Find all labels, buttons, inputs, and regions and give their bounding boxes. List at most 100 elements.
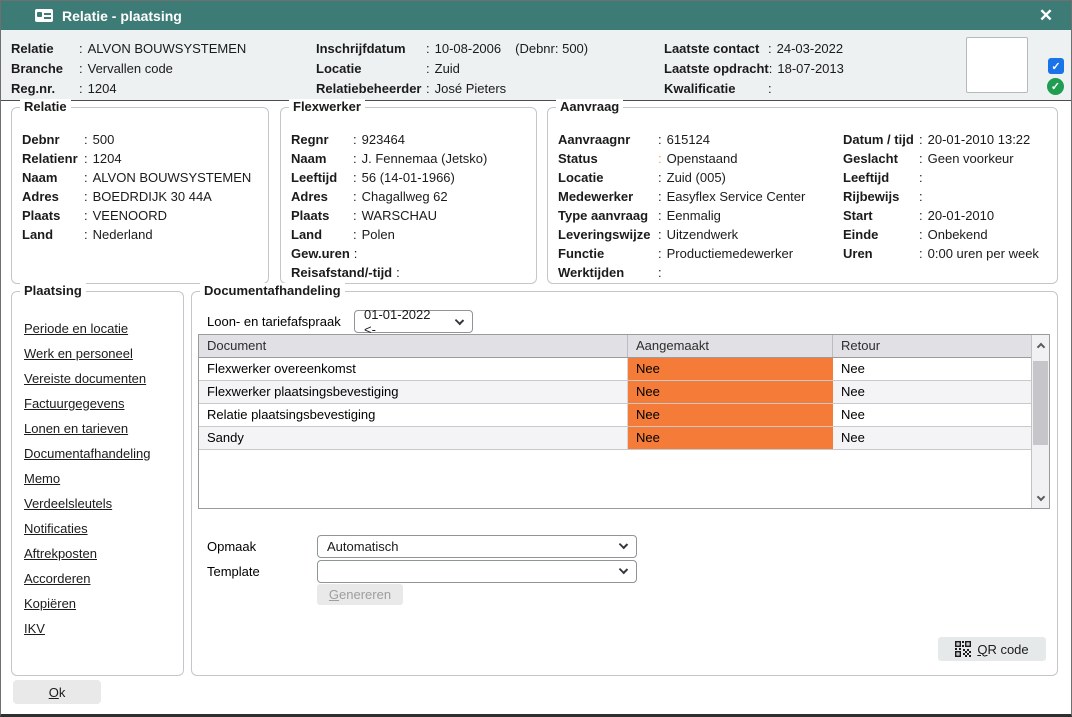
qr-code-button[interactable]: QR code (938, 637, 1046, 661)
loon-tariefafspraak-value: 01-01-2022 <- (364, 307, 446, 337)
opmaak-value: Automatisch (327, 539, 399, 554)
field-label: Locatie (558, 168, 658, 187)
sidebar-item-lonen-en-tarieven[interactable]: Lonen en tarieven (24, 416, 183, 441)
sidebar-item-verdeelsleutels[interactable]: Verdeelsleutels (24, 491, 183, 516)
checkbox-checked-icon[interactable] (1048, 58, 1064, 74)
field-value: WARSCHAU (362, 206, 437, 225)
cell-retour: Nee (833, 358, 1031, 380)
sidebar-item-factuurgegevens[interactable]: Factuurgegevens (24, 391, 183, 416)
field-value: Easyflex Service Center (667, 187, 806, 206)
groupbox-title: Relatie (20, 99, 71, 115)
sidebar-item-memo[interactable]: Memo (24, 466, 183, 491)
field-label: Plaats (22, 206, 84, 225)
field-value: 500 (93, 130, 115, 149)
field-label: Kwalificatie (664, 79, 768, 99)
field-label: Adres (291, 187, 353, 206)
cell-document: Flexwerker overeenkomst (199, 358, 628, 380)
field-value: 1204 (88, 79, 117, 99)
template-select[interactable] (317, 560, 637, 583)
qr-code-icon (955, 641, 971, 657)
scroll-up-icon[interactable] (1032, 335, 1049, 355)
field-label: Laatste contact (664, 39, 768, 59)
relatie-plaatsing-window: Relatie - plaatsing Relatie ALVON BOUWSYS… (0, 0, 1072, 717)
field-value: ALVON BOUWSYSTEMEN (93, 168, 252, 187)
field-label: Type aanvraag (558, 206, 658, 225)
field-value: Geen voorkeur (928, 149, 1014, 168)
field-value: 0:00 uren per week (928, 244, 1039, 263)
field-label: Inschrijfdatum (316, 39, 426, 59)
field-value: J. Fennemaa (Jetsko) (362, 149, 488, 168)
close-icon[interactable] (1033, 1, 1059, 30)
sidebar-item-documentafhandeling[interactable]: Documentafhandeling (24, 441, 183, 466)
sidebar-item-notificaties[interactable]: Notificaties (24, 516, 183, 541)
field-label: Datum / tijd (843, 130, 919, 149)
field-value: Polen (362, 225, 395, 244)
scroll-down-icon[interactable] (1032, 488, 1049, 508)
cell-document: Sandy (199, 427, 628, 449)
sidebar-item-werk-en-personeel[interactable]: Werk en personeel (24, 341, 183, 366)
title-bar[interactable]: Relatie - plaatsing (1, 1, 1071, 30)
sidebar-item-vereiste-documenten[interactable]: Vereiste documenten (24, 366, 183, 391)
field-label: Reg.nr. (11, 79, 79, 99)
field-label: Relatienr (22, 149, 84, 168)
groupbox-title: Documentafhandeling (200, 283, 345, 299)
ok-button[interactable]: Ok (13, 680, 101, 704)
field-label: Reisafstand/-tijd (291, 263, 396, 282)
cell-retour: Nee (833, 381, 1031, 403)
genereren-button[interactable]: Genereren (317, 584, 403, 605)
field-label: Debnr (22, 130, 84, 149)
cell-aangemaakt: Nee (628, 404, 833, 426)
field-label: Relatiebeheerder (316, 79, 426, 99)
cell-document: Relatie plaatsingsbevestiging (199, 404, 628, 426)
column-header-document: Document (199, 335, 628, 357)
field-label: Gew.uren (291, 244, 354, 263)
field-label: Leveringswijze (558, 225, 658, 244)
sidebar-item-ikv[interactable]: IKV (24, 616, 183, 641)
field-label: Aanvraagnr (558, 130, 658, 149)
loon-tariefafspraak-select[interactable]: 01-01-2022 <- (354, 310, 473, 333)
column-header-retour: Retour (833, 335, 1031, 357)
table-row[interactable]: Sandy Nee Nee (199, 427, 1031, 450)
cell-retour: Nee (833, 404, 1031, 426)
sidebar-item-accorderen[interactable]: Accorderen (24, 566, 183, 591)
status-ok-icon (1047, 78, 1064, 95)
table-row[interactable]: Flexwerker overeenkomst Nee Nee (199, 358, 1031, 381)
aanvraag-groupbox: Aanvraag Aanvraagnr615124 StatusOpenstaa… (547, 107, 1058, 284)
field-label: Uren (843, 244, 919, 263)
sidebar-item-aftrekposten[interactable]: Aftrekposten (24, 541, 183, 566)
field-value: Nederland (93, 225, 153, 244)
plaatsing-groupbox: Plaatsing Periode en locatie Werk en per… (11, 291, 184, 676)
aanvraag-left-column: Aanvraagnr615124 StatusOpenstaand Locati… (548, 108, 805, 282)
header-middle-column: Inschrijfdatum10-08-2006(Debnr: 500) Loc… (316, 39, 588, 99)
opmaak-label: Opmaak (207, 539, 317, 554)
table-row[interactable]: Flexwerker plaatsingsbevestiging Nee Nee (199, 381, 1031, 404)
field-value: VEENOORD (93, 206, 167, 225)
documentafhandeling-groupbox: Documentafhandeling Loon- en tariefafspr… (191, 291, 1058, 676)
field-label: Adres (22, 187, 84, 206)
sidebar-item-kopieren[interactable]: Kopiëren (24, 591, 183, 616)
table-row[interactable]: Relatie plaatsingsbevestiging Nee Nee (199, 404, 1031, 427)
field-value: 923464 (362, 130, 405, 149)
field-label: Status (558, 149, 658, 168)
opmaak-select[interactable]: Automatisch (317, 535, 637, 558)
field-value: BOEDRDIJK 30 44A (93, 187, 212, 206)
sidebar-item-periode-en-locatie[interactable]: Periode en locatie (24, 316, 183, 341)
chevron-down-icon (619, 565, 628, 574)
table-scrollbar[interactable] (1031, 335, 1049, 508)
field-value: 56 (14-01-1966) (362, 168, 455, 187)
cell-document: Flexwerker plaatsingsbevestiging (199, 381, 628, 403)
field-value: 20-01-2010 (928, 206, 995, 225)
column-header-aangemaakt: Aangemaakt (628, 335, 833, 357)
field-label: Functie (558, 244, 658, 263)
field-label: Relatie (11, 39, 79, 59)
documents-table-body: Flexwerker overeenkomst Nee Nee Flexwerk… (199, 358, 1031, 508)
window-title: Relatie - plaatsing (62, 8, 182, 24)
field-value: Chagallweg 62 (362, 187, 448, 206)
cell-aangemaakt: Nee (628, 358, 833, 380)
documents-table-header: Document Aangemaakt Retour (199, 335, 1049, 358)
summary-header: RelatieALVON BOUWSYSTEMEN BrancheVervall… (1, 30, 1071, 101)
scrollbar-thumb[interactable] (1033, 361, 1048, 445)
field-value: ALVON BOUWSYSTEMEN (88, 39, 247, 59)
field-label: Land (22, 225, 84, 244)
photo-placeholder (966, 37, 1028, 93)
